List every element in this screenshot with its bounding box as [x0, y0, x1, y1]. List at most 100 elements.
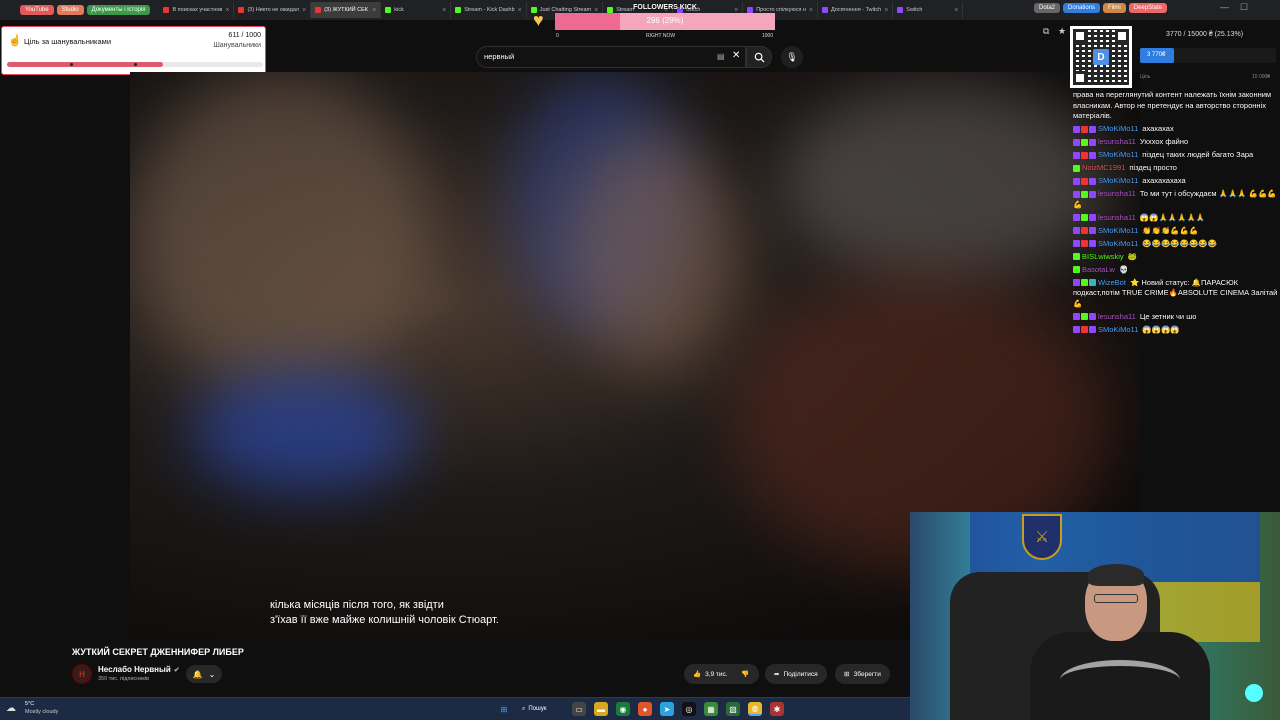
minimize-button[interactable]: —: [1220, 2, 1229, 12]
channel-avatar[interactable]: Н: [72, 664, 92, 684]
chat-message: права на переглянутий контент належать ї…: [1073, 90, 1278, 122]
chat-username[interactable]: SMoKiMo11: [1098, 226, 1138, 235]
close-tab-icon[interactable]: ×: [954, 7, 958, 14]
browser-tab[interactable]: Stream - Kick Dashb ×: [451, 2, 527, 18]
app-icon[interactable]: ▧: [726, 702, 740, 716]
ring-light: [1245, 684, 1263, 702]
chat-text: 🐸: [1127, 251, 1138, 261]
weather-temperature: 5°C: [25, 701, 35, 707]
qr-corner: [1115, 29, 1129, 43]
chat-username[interactable]: WizeBot: [1098, 278, 1126, 287]
channel-name[interactable]: Неслабо Нервный ✔: [98, 665, 180, 674]
clear-search-icon[interactable]: ✕: [732, 50, 740, 61]
qr-corner: [1073, 71, 1087, 85]
keyboard-icon[interactable]: ▤: [717, 52, 725, 61]
close-tab-icon[interactable]: ×: [225, 7, 229, 14]
chat-badges: [1073, 266, 1080, 274]
chat-message: lesunsha11 То ми тут і обсуждаєм 🙏🙏🙏 💪💪💪💪: [1073, 189, 1278, 210]
close-tab-icon[interactable]: ×: [518, 7, 522, 14]
close-tab-icon[interactable]: ×: [442, 7, 446, 14]
edge-icon[interactable]: ◉: [616, 702, 630, 716]
browser-tab[interactable]: (3) Никто не ожидал ×: [234, 2, 312, 18]
badge-icon: [1089, 125, 1096, 133]
chat-username[interactable]: SMoKiMo11: [1098, 325, 1138, 334]
close-tab-icon[interactable]: ×: [884, 7, 888, 14]
start-icon[interactable]: ⊞: [497, 702, 511, 716]
favicon-icon: [163, 7, 170, 13]
video-blur: [570, 132, 740, 372]
chat-badges: [1073, 125, 1096, 133]
badge-icon: [1089, 240, 1096, 248]
video-blur: [190, 372, 420, 492]
bookmark[interactable]: Donations: [1063, 3, 1101, 13]
chat-username[interactable]: SMoKiMo11: [1098, 176, 1138, 185]
favicon-icon: [897, 7, 904, 13]
chat-username[interactable]: SMoKiMo11: [1098, 124, 1138, 133]
chat-username[interactable]: SMoKiMo11: [1098, 150, 1138, 159]
browser-tab[interactable]: Досягнення - Twitch ×: [818, 2, 894, 18]
chat-username[interactable]: SMoKiMo11: [1098, 239, 1138, 248]
browser-tab[interactable]: kick ×: [381, 2, 452, 18]
cast-icon[interactable]: ⧉: [1043, 26, 1049, 37]
search-input[interactable]: [484, 52, 704, 61]
share-icon: ➦: [774, 671, 780, 678]
search-button[interactable]: [746, 46, 772, 68]
bookmark[interactable]: DeepState: [1128, 3, 1168, 13]
tab-label: Stream - Kick Dashb: [464, 7, 515, 13]
bookmark[interactable]: Studio: [56, 5, 84, 15]
browser-tab[interactable]: В поисках участнов ×: [159, 2, 235, 18]
chrome-icon[interactable]: ◍: [748, 702, 762, 716]
chat-username[interactable]: BasotaLw: [1082, 265, 1115, 274]
browser-tab[interactable]: (3) ЖУТКИЙ СЕК ×: [311, 2, 382, 18]
share-button[interactable]: ➦ Поділитися: [765, 664, 827, 684]
telegram-icon[interactable]: ➤: [660, 702, 674, 716]
close-tab-icon[interactable]: ×: [809, 7, 813, 14]
save-button[interactable]: ⊞ Зберегти: [835, 664, 890, 684]
bookmark[interactable]: Документы і історія: [86, 5, 151, 15]
badge-icon: [1073, 253, 1080, 261]
video-blur: [780, 82, 1110, 282]
chat-badges: [1073, 190, 1096, 198]
dislike-button[interactable]: 👎: [735, 664, 759, 684]
voice-search-button[interactable]: 🎙: [781, 46, 803, 68]
task-view-icon[interactable]: ▭: [572, 702, 586, 716]
chat-badges: [1073, 138, 1096, 146]
channel-name-text[interactable]: Неслабо Нервный: [98, 665, 171, 674]
obs-icon[interactable]: ◎: [682, 702, 696, 716]
bookmark[interactable]: Filmi: [1103, 3, 1126, 13]
chat-username[interactable]: lesunsha11: [1098, 213, 1136, 222]
chat-username[interactable]: lesunsha11: [1098, 137, 1136, 146]
badge-icon: [1081, 240, 1088, 248]
extension-icon[interactable]: ★: [1058, 26, 1066, 37]
bookmark[interactable]: Dota2: [1034, 3, 1061, 13]
badge-icon: [1081, 138, 1088, 146]
app-icon[interactable]: ✱: [770, 702, 784, 716]
chat-username[interactable]: NoizMC1991: [1082, 163, 1125, 172]
right-bookmarks: Dota2 Donations Filmi DeepState: [1034, 3, 1168, 13]
chat-message: SMoKiMo11 😂😂😂😂😂😂😂😂: [1073, 239, 1278, 250]
maximize-button[interactable]: ☐: [1240, 2, 1248, 13]
notification-button[interactable]: 🔔 ⌄: [186, 665, 222, 683]
taskbar-search[interactable]: ⌕ Пошук: [522, 702, 562, 716]
badge-icon: [1081, 326, 1088, 334]
chat-message: SMoKiMo11 піздец таких людей багато Зара: [1073, 150, 1278, 161]
badge-icon: [1089, 151, 1096, 159]
taskbar-search-label: Пошук: [528, 706, 547, 712]
favicon-icon: [315, 7, 322, 13]
chat-username[interactable]: lesunsha11: [1098, 312, 1136, 321]
browser-tab[interactable]: Switch ×: [893, 2, 964, 18]
bookmark[interactable]: YouTube: [20, 5, 54, 15]
chat-message: SMoKiMo11 ахахахахаха: [1073, 176, 1278, 187]
chat-username[interactable]: BISLwiwskiy: [1082, 252, 1124, 261]
badge-icon: [1089, 313, 1096, 321]
chat-message: lesunsha11 😱😱🙏🙏🙏🙏🙏: [1073, 213, 1278, 224]
tab-label: kick: [394, 7, 404, 13]
close-tab-icon[interactable]: ×: [302, 7, 306, 14]
firefox-icon[interactable]: ●: [638, 702, 652, 716]
app-icon[interactable]: ▦: [704, 702, 718, 716]
file-explorer-icon[interactable]: ▬: [594, 702, 608, 716]
windows-taskbar: ☁ 5°C Mostly cloudy ⊞ ⌕ Пошук ▭ ▬ ◉ ● ➤ ◎…: [0, 697, 910, 720]
close-tab-icon[interactable]: ×: [372, 7, 376, 14]
chat-username[interactable]: lesunsha11: [1098, 189, 1136, 198]
search-box[interactable]: ▤ ✕: [476, 46, 746, 68]
